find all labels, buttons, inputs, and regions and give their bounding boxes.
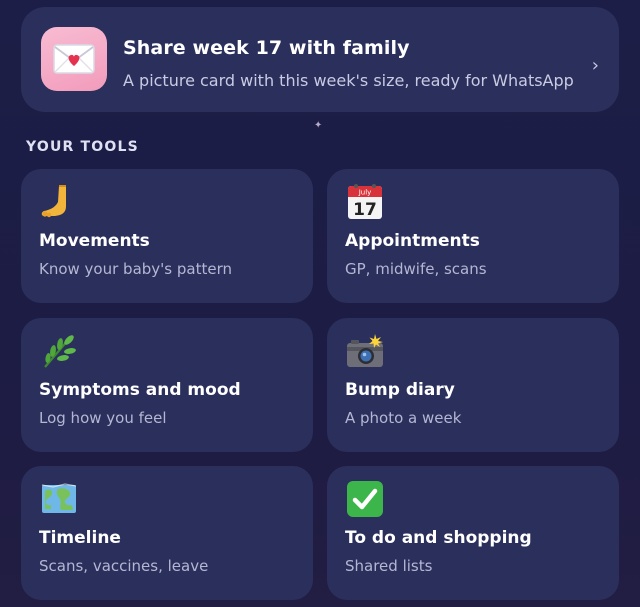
- tool-card-appointments[interactable]: July 17 Appointments GP, midwife, scans: [327, 169, 619, 303]
- tool-card-todo-shopping[interactable]: To do and shopping Shared lists: [327, 466, 619, 600]
- tool-subtitle: Know your baby's pattern: [39, 260, 232, 278]
- calendar-month-label: July: [358, 189, 372, 197]
- tool-title: Bump diary: [345, 380, 455, 400]
- share-card-subtitle: A picture card with this week's size, re…: [123, 71, 574, 90]
- tool-title: Appointments: [345, 231, 480, 251]
- tool-subtitle: GP, midwife, scans: [345, 260, 487, 278]
- tools-screen: Share week 17 with family A picture card…: [0, 0, 640, 607]
- check-mark-icon: [345, 479, 385, 519]
- tool-subtitle: A photo a week: [345, 409, 462, 427]
- section-heading-your-tools: YOUR TOOLS: [26, 139, 139, 155]
- tool-card-bump-diary[interactable]: Bump diary A photo a week: [327, 318, 619, 452]
- tool-title: Symptoms and mood: [39, 380, 241, 400]
- leaf-icon: [39, 331, 79, 371]
- tool-subtitle: Log how you feel: [39, 409, 167, 427]
- tool-title: To do and shopping: [345, 528, 532, 548]
- tool-subtitle: Shared lists: [345, 557, 433, 575]
- share-week-card[interactable]: Share week 17 with family A picture card…: [21, 7, 619, 112]
- sparkle-decoration: ✦: [314, 120, 323, 131]
- tool-title: Movements: [39, 231, 150, 251]
- tool-title: Timeline: [39, 528, 121, 548]
- foot-icon: [39, 182, 79, 222]
- calendar-icon: July 17: [345, 182, 385, 222]
- map-icon: [39, 479, 79, 519]
- chevron-right-icon: ›: [591, 55, 599, 76]
- tool-subtitle: Scans, vaccines, leave: [39, 557, 209, 575]
- envelope-heart-icon: [41, 27, 107, 91]
- share-card-title: Share week 17 with family: [123, 37, 410, 59]
- tool-card-symptoms-mood[interactable]: Symptoms and mood Log how you feel: [21, 318, 313, 452]
- camera-flash-icon: [345, 331, 385, 371]
- tool-card-movements[interactable]: Movements Know your baby's pattern: [21, 169, 313, 303]
- calendar-day-label: 17: [353, 200, 377, 220]
- tool-card-timeline[interactable]: Timeline Scans, vaccines, leave: [21, 466, 313, 600]
